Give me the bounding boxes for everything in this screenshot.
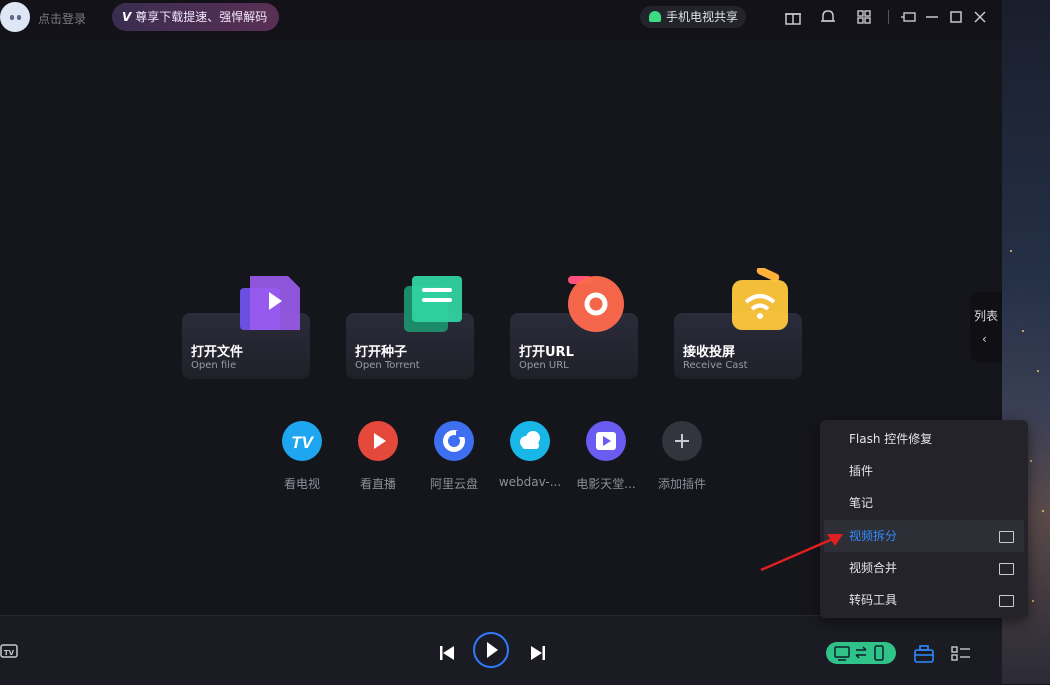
close-icon[interactable] — [971, 9, 989, 25]
svg-text:TV: TV — [4, 649, 15, 657]
vip-banner-button[interactable]: V 尊享下载提速、强悍解码 — [112, 3, 280, 31]
file-play-icon — [240, 276, 300, 330]
menu-item-notes[interactable]: 笔记 — [820, 487, 1028, 519]
plugin-webdav[interactable]: webdav-... — [495, 421, 565, 491]
toolbox-icon[interactable] — [913, 644, 935, 664]
folder-icon[interactable] — [999, 595, 1014, 607]
share-label: 手机电视共享 — [666, 10, 739, 24]
movie-heaven-icon — [586, 421, 626, 461]
phone-tv-share-button[interactable]: 手机电视共享 — [640, 6, 747, 28]
tile-title: 打开种子 — [355, 345, 408, 360]
folder-icon[interactable] — [999, 563, 1014, 575]
menu-item-label: 视频合并 — [849, 561, 898, 575]
chevron-left-icon: ‹ — [982, 332, 987, 346]
plugin-label: 电影天堂... — [576, 477, 636, 491]
tv-icon: TV — [282, 421, 322, 461]
vip-icon: V — [122, 10, 132, 24]
playlist-menu-icon[interactable] — [950, 644, 972, 664]
gift-icon[interactable] — [784, 9, 802, 25]
plugin-label: 看电视 — [283, 477, 320, 491]
plugin-label: 阿里云盘 — [429, 477, 478, 491]
menu-item-video-split[interactable]: 视频拆分 — [824, 520, 1024, 552]
minimize-icon[interactable] — [923, 9, 941, 25]
tile-subtitle: Open Torrent — [355, 360, 420, 371]
menu-item-flash-repair[interactable]: Flash 控件修复 — [820, 423, 1028, 455]
menu-item-label: 视频拆分 — [849, 529, 898, 543]
user-avatar[interactable] — [0, 2, 30, 32]
plugin-tv[interactable]: TV 看电视 — [267, 421, 337, 491]
plugin-aliyun-drive[interactable]: 阿里云盘 — [419, 421, 489, 491]
menu-item-label: Flash 控件修复 — [849, 432, 933, 446]
maximize-icon[interactable] — [947, 9, 965, 25]
playlist-toggle[interactable]: 列表 ‹ — [970, 292, 1002, 362]
tile-subtitle: Open URL — [519, 360, 569, 371]
tile-title: 打开URL — [519, 345, 574, 360]
url-icon — [568, 276, 624, 332]
screen-mode-toggle[interactable] — [826, 642, 896, 664]
plugin-label: 添加插件 — [657, 477, 706, 491]
screen-switch-icon — [834, 645, 884, 661]
tile-title: 打开文件 — [191, 345, 244, 360]
tools-popup-menu: Flash 控件修复 插件 笔记 视频拆分 视频合并 转码工具 — [820, 420, 1028, 618]
vip-banner-text: 尊享下载提速、强悍解码 — [135, 10, 268, 24]
next-icon[interactable] — [529, 644, 547, 662]
menu-item-video-merge[interactable]: 视频合并 — [820, 552, 1028, 584]
menu-item-plugins[interactable]: 插件 — [820, 455, 1028, 487]
bell-icon[interactable] — [819, 9, 837, 25]
plugin-live[interactable]: 看直播 — [343, 421, 413, 491]
menu-item-transcode[interactable]: 转码工具 — [820, 584, 1028, 616]
add-plugin-icon — [662, 421, 702, 461]
plugin-add[interactable]: 添加插件 — [647, 421, 717, 491]
play-button[interactable] — [473, 632, 509, 668]
login-link[interactable]: 点击登录 — [38, 10, 86, 27]
tile-subtitle: Open file — [191, 360, 237, 371]
annotation-arrow-icon — [760, 534, 843, 572]
play-icon — [487, 642, 498, 658]
svg-text:TV: TV — [291, 433, 314, 452]
plugin-label: webdav-... — [498, 475, 562, 489]
menu-item-label: 转码工具 — [849, 593, 898, 607]
playlist-label: 列表 — [974, 309, 999, 323]
mini-mode-icon[interactable] — [900, 9, 918, 25]
menu-item-label: 插件 — [849, 464, 874, 478]
tile-title: 接收投屏 — [683, 345, 736, 360]
webdav-icon — [510, 421, 550, 461]
plugin-movie-heaven[interactable]: 电影天堂... — [571, 421, 641, 491]
live-icon — [358, 421, 398, 461]
tv-mode-icon[interactable]: TV — [0, 643, 20, 661]
folder-icon[interactable] — [999, 531, 1014, 543]
toolbar-divider — [888, 10, 889, 24]
tile-subtitle: Receive Cast — [683, 360, 748, 371]
menu-item-label: 笔记 — [849, 496, 874, 510]
plugin-label: 看直播 — [359, 477, 396, 491]
cast-icon — [732, 268, 788, 330]
torrent-icon — [404, 276, 462, 332]
aliyun-drive-icon — [434, 421, 474, 461]
android-icon — [649, 11, 661, 22]
apps-grid-icon[interactable] — [855, 9, 873, 25]
previous-icon[interactable] — [438, 644, 456, 662]
